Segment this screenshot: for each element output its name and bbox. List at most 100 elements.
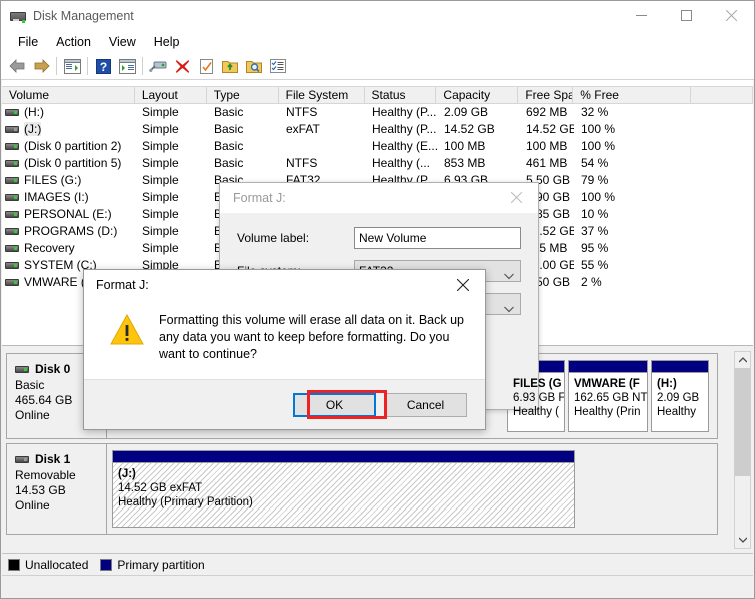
column-header-blank[interactable] (691, 87, 753, 103)
cell-status: Healthy (P... (372, 122, 437, 136)
column-header-volume[interactable]: Volume (2, 87, 135, 103)
warning-icon (110, 313, 144, 345)
back-icon[interactable] (5, 55, 29, 78)
maximize-button[interactable] (664, 1, 709, 30)
export-list-icon[interactable] (218, 55, 242, 78)
show-hide-action-pane-icon[interactable] (115, 55, 139, 78)
partition-size: 162.65 GB NT (574, 392, 647, 404)
column-header-capacity[interactable]: Capacity (436, 87, 519, 103)
legend-item-primary-partition: Primary partition (100, 557, 205, 572)
cell-volume: FILES (G:) (2, 172, 135, 189)
disk-icon (15, 366, 29, 373)
partition-name: FILES (G (513, 378, 562, 390)
partition-block[interactable]: (J:) 14.52 GB exFAT Healthy (Primary Parti… (112, 450, 575, 528)
status-bar (2, 575, 753, 598)
table-row[interactable]: (Disk 0 partition 5) Simple Basic NTFS Healt… (2, 155, 753, 172)
menu-help[interactable]: Help (145, 33, 189, 51)
disk-title: Disk 1 (15, 452, 106, 466)
partition-name: VMWARE (F (574, 378, 640, 390)
toolbar: ? (1, 53, 754, 80)
column-header-file-system[interactable]: File System (279, 87, 365, 103)
cell-fs: NTFS (286, 105, 318, 119)
disk-management-icon (10, 8, 26, 24)
volume-drive-icon (5, 262, 19, 269)
chevron-down-icon (504, 266, 514, 286)
cell-fs: exFAT (286, 122, 320, 136)
toolbar-separator (56, 57, 57, 75)
table-row[interactable]: (J:) Simple Basic exFAT Healthy (P... 14.52 G… (2, 121, 753, 138)
disk-info-panel[interactable]: Disk 1 Removable 14.53 GB Online (7, 444, 107, 534)
column-header-layout[interactable]: Layout (135, 87, 207, 103)
cell-text: PROGRAMS (D:) (24, 224, 118, 238)
cell-layout: Simple (142, 122, 179, 136)
partition-labels: (J:) 14.52 GB exFAT Healthy (Primary Parti… (113, 463, 574, 509)
cell-type: Basic (214, 156, 244, 170)
scroll-up-arrow[interactable] (735, 352, 750, 368)
format-dialog-close-icon[interactable] (494, 183, 538, 212)
cell-type: Basic (214, 122, 244, 136)
volume-list-header: Volume Layout Type File System Status Capacit… (2, 86, 753, 104)
disk-pane-scrollbar[interactable] (734, 351, 751, 549)
scroll-down-arrow[interactable] (735, 532, 750, 548)
cell-type: Basic (214, 139, 244, 153)
properties-icon[interactable] (194, 55, 218, 78)
column-header-type[interactable]: Type (207, 87, 279, 103)
format-dialog-title-bar: Format J: (220, 183, 538, 213)
ok-button[interactable]: OK (293, 392, 376, 417)
cell-capacity: 2.09 GB (444, 105, 489, 119)
cell-layout: Simple (142, 241, 179, 255)
partition-block[interactable]: VMWARE (F 162.65 GB NT Healthy (Prin (568, 360, 648, 432)
column-header-free-spa[interactable]: Free Spa... (518, 87, 574, 103)
cell-volume: IMAGES (I:) (2, 189, 135, 206)
close-button[interactable] (709, 1, 754, 30)
confirm-dialog-close-icon[interactable] (441, 270, 485, 299)
disk-management-window: Disk Management File Action View Help ? … (0, 0, 755, 599)
show-hide-console-tree-icon[interactable] (60, 55, 84, 78)
disk-icon (15, 456, 29, 463)
volume-drive-icon (5, 279, 19, 286)
cell-pctfree: 37 % (581, 224, 609, 238)
partition-capacity-bar (113, 451, 574, 463)
cell-pctfree: 55 % (581, 258, 609, 272)
legend-label-primary-partition: Primary partition (117, 557, 205, 572)
cell-text: IMAGES (I:) (24, 190, 89, 204)
cell-text: (H:) (24, 105, 44, 119)
column-header-free[interactable]: % Free (573, 87, 692, 103)
column-header-status[interactable]: Status (365, 87, 437, 103)
partition-block[interactable]: (H:) 2.09 GB Healthy (651, 360, 709, 432)
cell-pctfree: 100 % (581, 139, 616, 153)
table-row[interactable]: (Disk 0 partition 2) Simple Basic Healthy (… (2, 138, 753, 155)
menu-view[interactable]: View (100, 33, 145, 51)
legend-swatch-unallocated (8, 558, 20, 571)
table-row[interactable]: (H:) Simple Basic NTFS Healthy (P... 2.09 GB 6… (2, 104, 753, 121)
find-icon[interactable] (242, 55, 266, 78)
help-icon[interactable]: ? (91, 55, 115, 78)
cancel-button[interactable]: Cancel (384, 392, 467, 417)
confirm-dialog-content: Formatting this volume will erase all da… (84, 300, 485, 363)
menu-action[interactable]: Action (47, 33, 100, 51)
partition-size: 6.93 GB F (513, 392, 564, 404)
volume-label-field-row: Volume label: New Volume (237, 227, 521, 249)
partition-size: 2.09 GB (657, 392, 700, 404)
list-view-icon[interactable] (266, 55, 290, 78)
chevron-down-icon (504, 299, 514, 319)
volume-label-input[interactable]: New Volume (354, 227, 521, 249)
partition-name: (H:) (657, 378, 677, 390)
delete-icon[interactable] (170, 55, 194, 78)
forward-icon[interactable] (29, 55, 53, 78)
partition-status: Healthy (657, 406, 696, 418)
minimize-button[interactable] (619, 1, 664, 30)
scrollbar-thumb[interactable] (735, 368, 750, 476)
cell-fs (279, 138, 365, 155)
disk-title-label: Disk 0 (35, 362, 71, 376)
cell-layout: Simple (142, 190, 179, 204)
cell-free: 100 MB (526, 139, 568, 153)
volume-drive-icon (5, 228, 19, 235)
menu-file[interactable]: File (9, 33, 47, 51)
rescan-disks-icon[interactable] (146, 55, 170, 78)
cell-pctfree: 10 % (581, 207, 609, 221)
toolbar-separator (142, 57, 143, 75)
window-controls (619, 1, 754, 30)
cell-layout: Simple (142, 207, 179, 221)
cell-layout: Simple (142, 139, 179, 153)
